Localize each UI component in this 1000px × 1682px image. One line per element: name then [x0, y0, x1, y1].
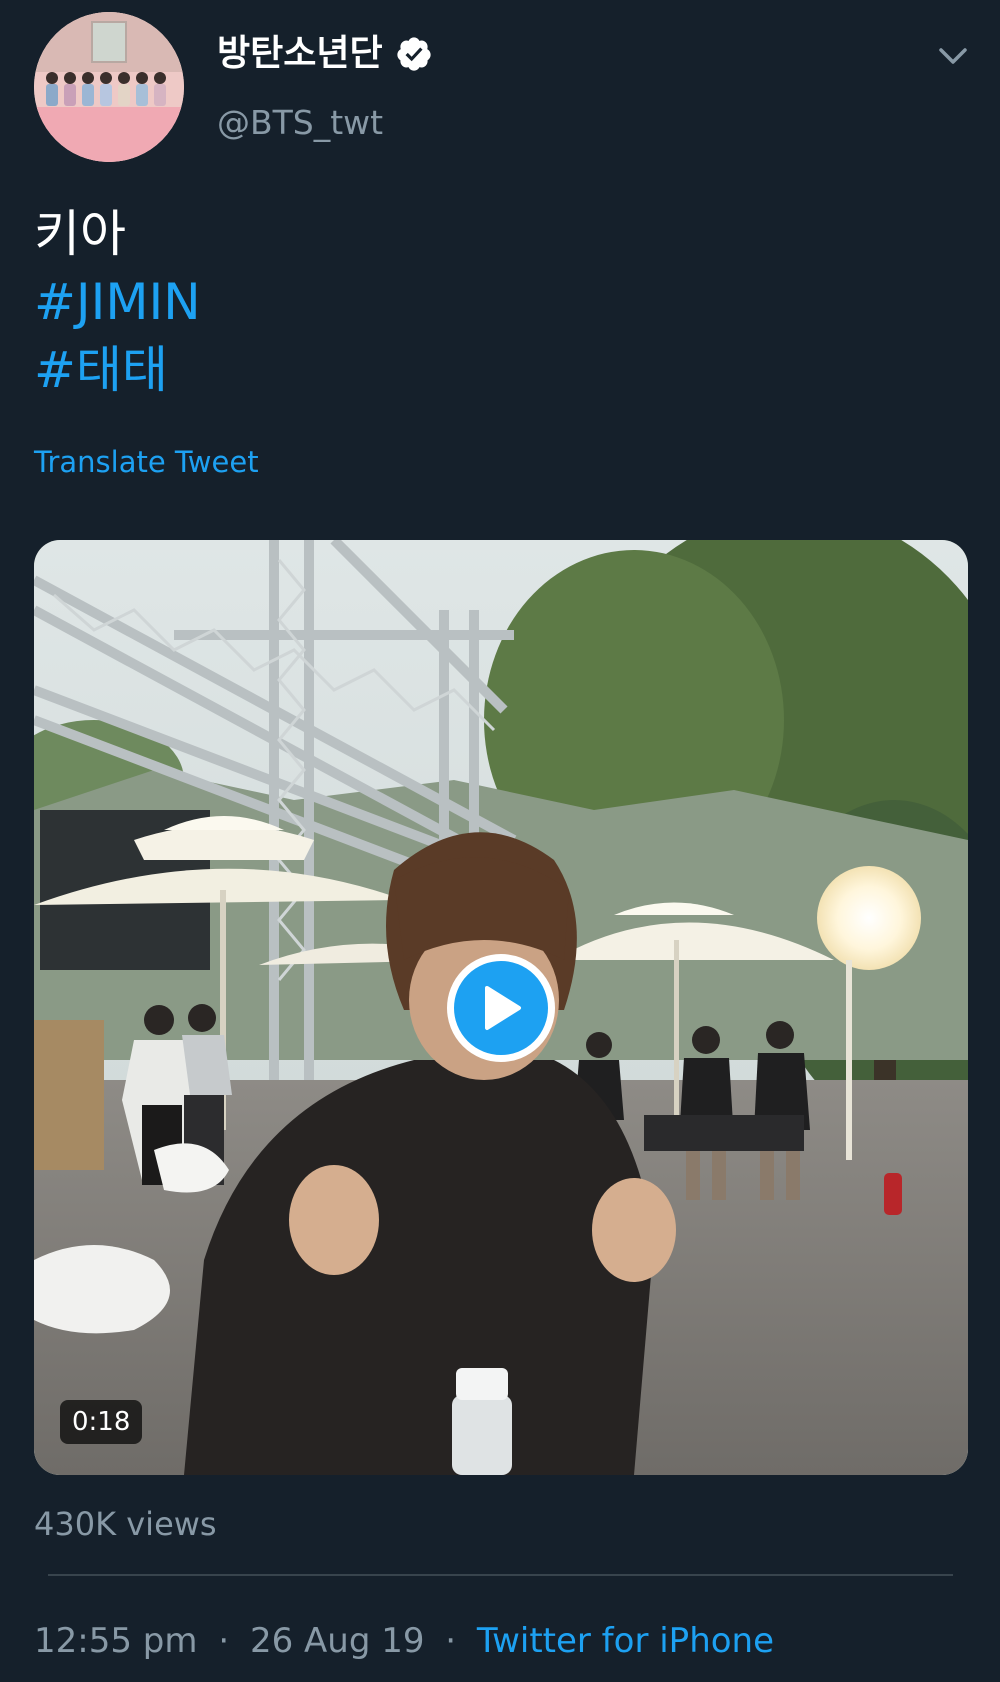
- hashtag-link-taetae[interactable]: #태태: [34, 336, 201, 404]
- tweet-body: 키아 #JIMIN #태태: [34, 200, 201, 404]
- chevron-down-icon: [939, 48, 967, 64]
- author-display-name[interactable]: 방탄소년단: [217, 30, 433, 78]
- avatar-image: [34, 12, 184, 162]
- view-count: 430K views: [34, 1505, 217, 1543]
- tweet-source-link[interactable]: Twitter for iPhone: [477, 1621, 774, 1661]
- author-handle[interactable]: @BTS_twt: [217, 100, 383, 146]
- video-duration-badge: 0:18: [60, 1400, 143, 1444]
- translate-tweet-link[interactable]: Translate Tweet: [34, 442, 259, 482]
- tweet-metadata: 12:55 pm · 26 Aug 19 · Twitter for iPhon…: [34, 1618, 774, 1664]
- tweet-time[interactable]: 12:55 pm: [34, 1621, 198, 1661]
- hashtag-link-jimin[interactable]: #JIMIN: [34, 268, 201, 336]
- divider: [48, 1574, 953, 1576]
- video-player[interactable]: 0:18: [34, 540, 968, 1475]
- play-video-button[interactable]: [447, 954, 555, 1062]
- meta-separator: ·: [218, 1621, 230, 1661]
- display-name-text: 방탄소년단: [217, 33, 383, 74]
- verified-badge-icon: [396, 37, 431, 71]
- profile-avatar[interactable]: [34, 12, 184, 162]
- tweet-date[interactable]: 26 Aug 19: [250, 1621, 425, 1661]
- tweet-menu-button[interactable]: [935, 38, 971, 74]
- meta-separator: ·: [445, 1621, 457, 1661]
- play-icon: [485, 986, 521, 1030]
- tweet-text-line: 키아: [34, 205, 126, 263]
